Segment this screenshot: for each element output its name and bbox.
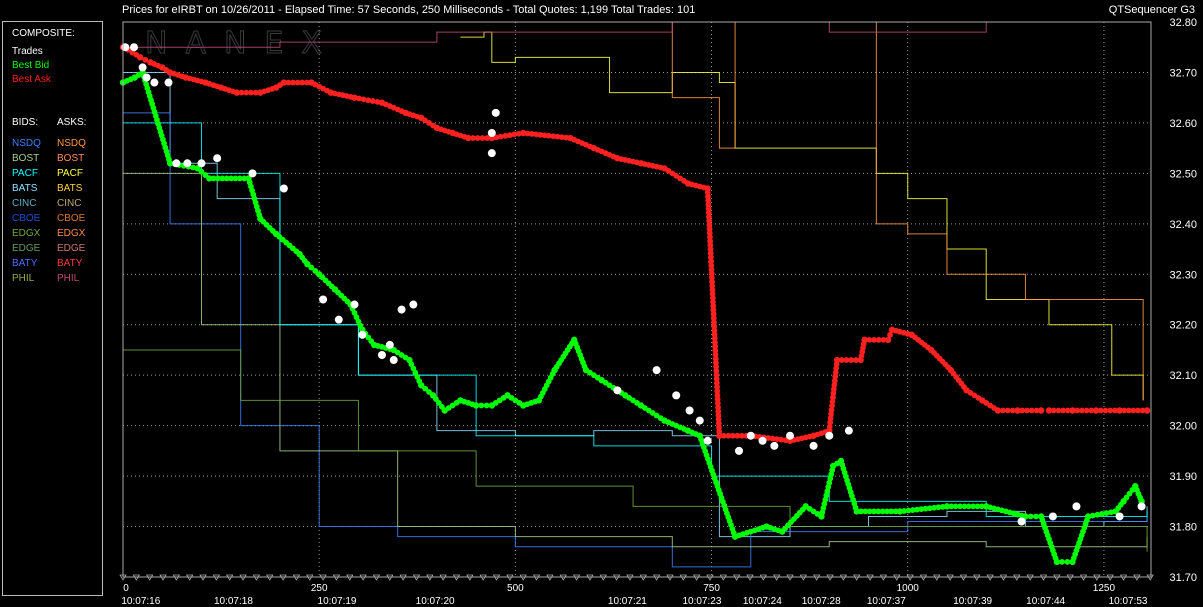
x-time-label: 10:07:16 xyxy=(121,596,160,607)
trade-point xyxy=(279,184,288,193)
trade-point xyxy=(1048,512,1057,521)
y-tick-label: 32.80 xyxy=(1169,17,1197,29)
trade-point xyxy=(825,431,834,440)
x-count-label: 250 xyxy=(311,583,328,594)
trade-point xyxy=(138,63,147,72)
trade-point xyxy=(183,159,192,168)
x-time-label: 10:07:53 xyxy=(1109,596,1148,607)
x-time-label: 10:07:39 xyxy=(953,596,992,607)
x-count-label: 1000 xyxy=(897,583,920,594)
trade-point xyxy=(172,159,181,168)
trade-point xyxy=(350,300,359,309)
point-best-bid xyxy=(1033,513,1039,520)
point-best-bid xyxy=(1027,513,1034,520)
y-tick-label: 31.80 xyxy=(1169,522,1197,534)
y-tick-label: 32.20 xyxy=(1169,320,1197,332)
trade-point xyxy=(652,366,661,375)
trade-point xyxy=(150,78,159,87)
x-time-label: 10:07:21 xyxy=(608,596,647,607)
point-best-ask xyxy=(1000,407,1006,414)
x-count-label: 500 xyxy=(507,583,524,594)
trade-point xyxy=(685,406,694,415)
y-tick-label: 32.50 xyxy=(1169,168,1197,180)
x-time-label: 10:07:20 xyxy=(416,596,455,607)
x-time-label: 10:07:24 xyxy=(743,596,782,607)
trade-point xyxy=(1115,512,1124,521)
trade-point xyxy=(213,154,222,163)
trade-point xyxy=(385,340,394,349)
x-count-label: 0 xyxy=(123,583,129,594)
x-time-label: 10:07:18 xyxy=(214,596,253,607)
point-best-ask xyxy=(1037,407,1045,414)
trade-point xyxy=(786,431,795,440)
trade-point xyxy=(397,305,406,314)
y-tick-label: 31.90 xyxy=(1169,471,1197,483)
x-count-label: 1250 xyxy=(1093,583,1116,594)
point-best-bid xyxy=(472,402,480,409)
trade-point xyxy=(1017,517,1026,526)
trade-point xyxy=(358,330,367,339)
watermark-text: NANEX xyxy=(145,26,340,61)
trade-point xyxy=(746,431,755,440)
trade-point xyxy=(334,315,343,324)
y-tick-label: 31.70 xyxy=(1169,572,1197,584)
point-best-bid xyxy=(483,402,490,409)
point-best-bid xyxy=(1053,558,1061,566)
trade-point xyxy=(770,441,779,450)
point-best-bid xyxy=(478,402,485,409)
trade-point xyxy=(377,351,386,359)
x-time-label: 10:07:28 xyxy=(802,596,841,607)
trade-point xyxy=(758,436,767,445)
trade-point xyxy=(142,73,151,82)
trade-point xyxy=(1137,502,1146,511)
trade-point xyxy=(844,426,853,435)
point-best-ask xyxy=(1143,407,1151,414)
trade-point xyxy=(491,108,500,117)
trade-point xyxy=(695,416,704,425)
x-time-label: 10:07:23 xyxy=(682,596,721,607)
trade-point xyxy=(129,43,138,52)
point-best-ask xyxy=(1004,407,1011,414)
y-tick-label: 32.10 xyxy=(1169,370,1197,382)
trade-point xyxy=(809,441,818,450)
trade-point xyxy=(703,436,712,445)
trade-point xyxy=(735,446,744,455)
y-tick-label: 32.70 xyxy=(1169,67,1197,79)
trade-point xyxy=(409,300,418,309)
x-time-label: 10:07:37 xyxy=(867,596,906,607)
trade-point xyxy=(389,356,398,365)
x-count-label: 750 xyxy=(703,583,720,594)
trade-point xyxy=(1072,502,1081,511)
trade-point xyxy=(613,386,622,395)
point-best-bid xyxy=(1064,558,1071,565)
y-tick-label: 32.40 xyxy=(1169,219,1197,231)
y-tick-label: 32.00 xyxy=(1169,421,1197,433)
x-time-label: 10:07:44 xyxy=(1026,596,1065,607)
trade-point xyxy=(319,295,328,304)
trade-point xyxy=(164,78,173,87)
trade-point xyxy=(248,169,257,178)
trade-point xyxy=(487,149,496,158)
y-tick-label: 32.60 xyxy=(1169,118,1197,130)
x-time-label: 10:07:19 xyxy=(318,596,357,607)
y-tick-label: 32.30 xyxy=(1169,269,1197,281)
trade-point xyxy=(672,391,681,400)
point-best-bid xyxy=(1059,558,1065,565)
trade-point xyxy=(197,159,206,168)
price-chart: NANEX 32.80 32.70 32.60 32.50 32.40 32.30 32.20… xyxy=(119,17,1197,607)
trade-point xyxy=(487,129,496,137)
